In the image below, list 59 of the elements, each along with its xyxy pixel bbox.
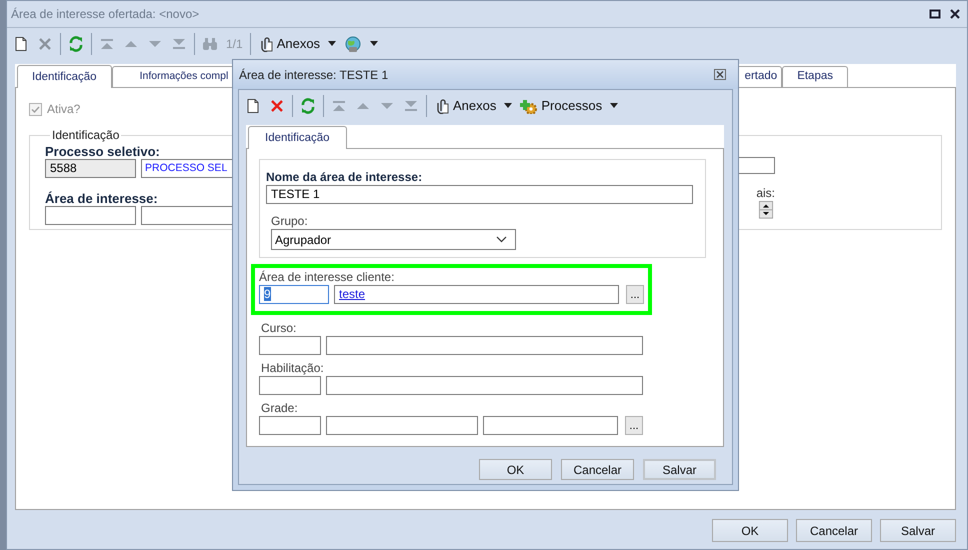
refresh-icon[interactable]	[68, 36, 84, 52]
button-control[interactable]: Cancelar	[561, 459, 634, 480]
group-caption: Identificação	[51, 128, 120, 142]
caret-icon	[328, 41, 336, 46]
text-field[interactable]	[483, 416, 618, 435]
lookup-button[interactable]: ...	[626, 285, 644, 304]
link[interactable]: teste	[339, 287, 366, 301]
field-label: Grade:	[260, 401, 299, 416]
field-label: Nome da área de interesse:	[266, 170, 424, 185]
button-control[interactable]: Salvar	[643, 459, 716, 480]
globe-icon	[344, 36, 362, 52]
field-label: Área de interesse:	[45, 191, 158, 206]
field-label: Curso:	[260, 321, 298, 336]
dialog-title: Área de interesse: TESTE 1	[239, 68, 390, 82]
gear-icon	[520, 98, 538, 114]
tab[interactable]: Identificação	[17, 65, 112, 88]
record-counter: 1/1	[226, 36, 243, 50]
chevron-down-icon	[496, 236, 507, 243]
tab[interactable]: Etapas	[782, 66, 848, 87]
field-label: Grupo:	[270, 214, 309, 229]
dropdown[interactable]: Agrupador	[271, 229, 516, 250]
new-document-icon[interactable]	[13, 36, 29, 52]
close-icon[interactable]	[714, 69, 726, 80]
spin-buttons[interactable]	[758, 201, 774, 219]
text-field[interactable]	[259, 416, 321, 435]
dropdown-value: Agrupador	[275, 232, 332, 246]
text-field[interactable]	[326, 416, 478, 435]
button-control[interactable]: OK	[712, 519, 788, 542]
text-field[interactable]	[259, 376, 321, 395]
text-field[interactable]	[326, 336, 643, 355]
field-label: Processo seletivo:	[45, 144, 160, 159]
new-document-icon[interactable]	[245, 98, 261, 114]
button-control[interactable]: Cancelar	[796, 519, 872, 542]
caret-icon	[610, 103, 618, 108]
field-label: Área de interesse cliente:	[259, 270, 396, 285]
attachments-menu-button[interactable]: Anexos	[430, 98, 516, 114]
text-field[interactable]	[45, 206, 136, 225]
text-field[interactable]	[259, 336, 321, 355]
attachments-menu-button[interactable]: Anexos	[254, 36, 340, 52]
text-field[interactable]: 9	[259, 285, 329, 304]
caret-icon	[370, 41, 378, 46]
delete-icon[interactable]	[269, 98, 285, 114]
close-icon[interactable]	[949, 8, 961, 20]
text-field[interactable]: teste	[334, 285, 619, 304]
processes-menu-button[interactable]: Processos	[516, 98, 622, 114]
window-title: Área de interesse ofertada: <novo>	[11, 7, 200, 21]
text-field[interactable]	[326, 376, 643, 395]
button-control[interactable]: Salvar	[880, 519, 956, 542]
field-label: ais:	[756, 186, 775, 202]
field-label: Habilitação:	[260, 361, 325, 376]
button-control[interactable]: OK	[479, 459, 552, 480]
maximize-icon[interactable]	[929, 8, 941, 20]
caret-icon	[504, 103, 512, 108]
checkbox-label: Ativa?	[47, 102, 80, 116]
tab[interactable]: Identificação	[248, 126, 347, 149]
text-field[interactable]: 5588	[45, 159, 136, 178]
refresh-icon[interactable]	[300, 98, 316, 114]
lookup-button[interactable]: ...	[625, 416, 643, 435]
text-field[interactable]: TESTE 1	[266, 185, 693, 204]
